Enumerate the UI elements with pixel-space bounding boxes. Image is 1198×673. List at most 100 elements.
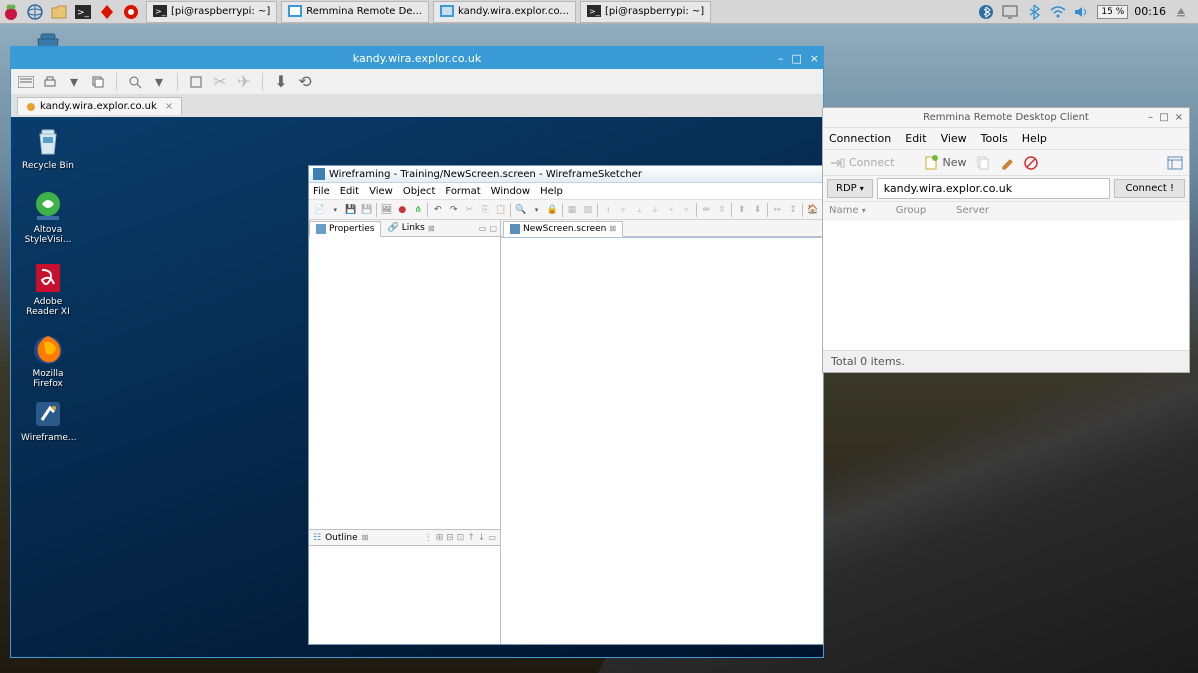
copy-toolbar-icon[interactable] [976,155,990,171]
col-name[interactable]: Name ▾ [829,205,866,216]
copy-icon[interactable]: ⎘ [479,203,492,217]
bluetooth-tray-icon[interactable] [1025,3,1043,21]
menu-window[interactable]: Window [491,186,530,197]
menu-format[interactable]: Format [445,186,480,197]
zoom-in-icon[interactable]: 🔍 [514,203,527,217]
dropdown-arrow-icon[interactable]: ▾ [65,73,83,91]
menu-tools[interactable]: Tools [981,132,1008,145]
ungroup-icon[interactable]: ▧ [581,203,594,217]
wifi-icon[interactable] [1049,3,1067,21]
lock-icon[interactable]: 🔒 [546,203,559,217]
connect-toolbar-button[interactable]: Connect [829,156,894,170]
file-manager-icon[interactable] [49,2,69,22]
menu-raspberry-icon[interactable] [1,2,21,22]
menu-connection[interactable]: Connection [829,132,891,145]
menu-view[interactable]: View [369,186,393,197]
wolfram-icon[interactable] [121,2,141,22]
outline-tool-icon[interactable]: ▭ [488,533,496,543]
align-bottom-icon[interactable]: ⫟ [680,203,693,217]
task-terminal-1[interactable]: >_[pi@raspberrypi: ~] [146,1,277,23]
save-all-icon[interactable]: 💾 [360,203,373,217]
remmina-client-titlebar[interactable]: Remmina Remote Desktop Client – □ × [823,108,1189,128]
outline-tool-icon[interactable]: ↓ [478,533,486,543]
fit-width-icon[interactable]: ↔ [771,203,784,217]
minimize-button[interactable]: – [778,52,784,65]
export-image-icon[interactable]: 🖼 [380,203,393,217]
send-icon[interactable]: ✈ [235,73,253,91]
editor-tab[interactable]: NewScreen.screen ⊠ [503,221,623,237]
align-left-icon[interactable]: ⫞ [601,203,614,217]
terminal-icon[interactable]: >_ [73,2,93,22]
dropdown-arrow-icon[interactable]: ▾ [150,73,168,91]
zoom-icon[interactable] [126,73,144,91]
col-group[interactable]: Group [896,205,926,216]
battery-indicator[interactable]: 15 % [1097,5,1128,19]
menu-help[interactable]: Help [1022,132,1047,145]
distribute-h-icon[interactable]: ⇹ [700,203,713,217]
firefox-icon[interactable]: Mozilla Firefox [21,333,75,389]
new-icon[interactable]: 📄 [313,203,326,217]
mathematica-icon[interactable] [97,2,117,22]
display-config-icon[interactable] [1001,3,1019,21]
eject-icon[interactable] [1172,3,1190,21]
fit-height-icon[interactable]: ↕ [787,203,800,217]
menu-file[interactable]: File [313,186,330,197]
share-icon[interactable]: ⋔ [412,203,425,217]
align-middle-icon[interactable]: ⫞ [664,203,677,217]
delete-toolbar-icon[interactable] [1024,156,1038,170]
save-icon[interactable]: 💾 [345,203,358,217]
col-server[interactable]: Server [956,205,989,216]
menu-edit[interactable]: Edit [905,132,926,145]
new-toolbar-button[interactable]: New [924,155,966,171]
outline-tool-icon[interactable]: ⊞ [436,533,444,543]
minimize-pane-icon[interactable]: ▭ [479,224,487,233]
wfs-titlebar[interactable]: Wireframing - Training/NewScreen.screen … [309,166,823,183]
paste-icon[interactable]: 📋 [495,203,508,217]
task-remmina[interactable]: Remmina Remote De... [281,1,429,23]
wireframesketcher-icon[interactable]: Wireframe... [21,397,75,443]
close-button[interactable]: × [1175,112,1183,123]
task-terminal-2[interactable]: >_[pi@raspberrypi: ~] [580,1,711,23]
altova-icon[interactable]: Altova StyleVisi... [21,189,75,245]
clock[interactable]: 00:16 [1134,5,1166,18]
volume-icon[interactable] [1073,3,1091,21]
download-icon[interactable]: ⬇ [272,73,290,91]
address-input[interactable] [877,178,1111,199]
properties-tab[interactable]: Properties [309,221,381,237]
copy-icon[interactable] [89,73,107,91]
outline-tool-icon[interactable]: ⊡ [457,533,465,543]
outline-label[interactable]: Outline [325,533,358,543]
connection-list[interactable] [823,220,1189,350]
align-right-icon[interactable]: ⫠ [633,203,646,217]
outline-tool-icon[interactable]: ↑ [467,533,475,543]
minimize-button[interactable]: – [1148,112,1153,123]
preferences-toolbar-icon[interactable] [1167,156,1183,170]
protocol-selector[interactable]: RDP ▾ [827,179,873,198]
bring-front-icon[interactable]: ⬆ [735,203,748,217]
menu-help[interactable]: Help [540,186,563,197]
menu-view[interactable]: View [941,132,967,145]
menu-object[interactable]: Object [403,186,436,197]
connect-button[interactable]: Connect ! [1114,179,1185,198]
fullscreen-icon[interactable] [187,73,205,91]
home-icon[interactable]: 🏠 [806,203,819,217]
window-titlebar[interactable]: kandy.wira.explor.co.uk – □ × [11,47,823,69]
cut-icon[interactable]: ✂ [463,203,476,217]
align-center-icon[interactable]: ⫟ [617,203,630,217]
menu-edit[interactable]: Edit [340,186,359,197]
export-pdf-icon[interactable]: ● [396,203,409,217]
maximize-pane-icon[interactable]: ▢ [489,224,497,233]
web-browser-icon[interactable] [25,2,45,22]
refresh-icon[interactable]: ⟲ [296,73,314,91]
bluetooth-app-icon[interactable] [977,3,995,21]
printer-icon[interactable] [41,73,59,91]
dropdown-icon[interactable]: ▾ [530,203,543,217]
outline-tool-icon[interactable]: ⊟ [446,533,454,543]
tools-icon[interactable]: ✂ [211,73,229,91]
keyboard-icon[interactable] [17,73,35,91]
maximize-button[interactable]: □ [791,52,801,65]
group-icon[interactable]: ▦ [566,203,579,217]
maximize-button[interactable]: □ [1159,112,1168,123]
dropdown-icon[interactable]: ▾ [329,203,342,217]
edit-toolbar-icon[interactable] [1000,156,1014,170]
